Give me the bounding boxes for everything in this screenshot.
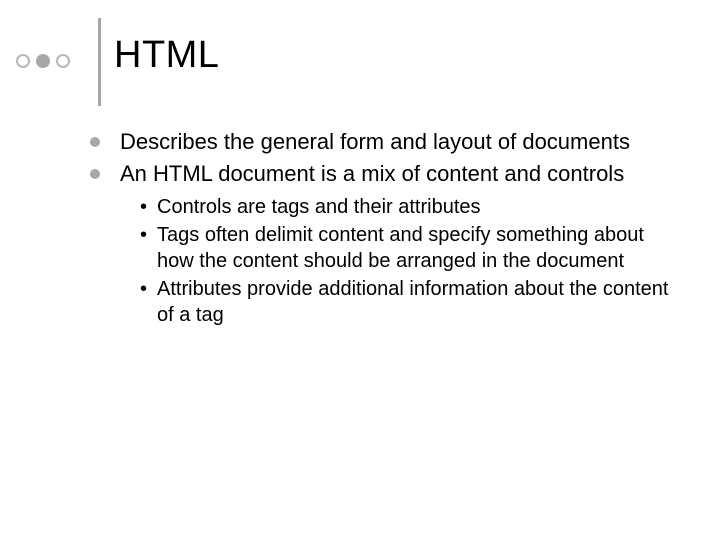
list-item: Describes the general form and layout of… bbox=[90, 128, 680, 156]
bullet-icon bbox=[90, 169, 100, 179]
slide-title: HTML bbox=[114, 34, 219, 77]
slide-decor-line bbox=[98, 18, 101, 106]
list-item-text: Tags often delimit content and specify s… bbox=[157, 222, 680, 274]
list-item-text: Describes the general form and layout of… bbox=[120, 128, 630, 156]
list-item: • Attributes provide additional informat… bbox=[140, 276, 680, 328]
slide-content: Describes the general form and layout of… bbox=[90, 128, 680, 330]
slide-decor-circles bbox=[16, 54, 70, 68]
bullet-icon: • bbox=[140, 276, 147, 302]
decor-circle bbox=[16, 54, 30, 68]
decor-circle bbox=[36, 54, 50, 68]
list-item-text: Controls are tags and their attributes bbox=[157, 194, 481, 220]
list-item: • Tags often delimit content and specify… bbox=[140, 222, 680, 274]
sublist: • Controls are tags and their attributes… bbox=[140, 194, 680, 328]
list-item-text: Attributes provide additional informatio… bbox=[157, 276, 680, 328]
list-item: An HTML document is a mix of content and… bbox=[90, 160, 680, 188]
list-item: • Controls are tags and their attributes bbox=[140, 194, 680, 220]
bullet-icon: • bbox=[140, 194, 147, 220]
bullet-icon bbox=[90, 137, 100, 147]
list-item-text: An HTML document is a mix of content and… bbox=[120, 160, 624, 188]
decor-circle bbox=[56, 54, 70, 68]
bullet-icon: • bbox=[140, 222, 147, 248]
